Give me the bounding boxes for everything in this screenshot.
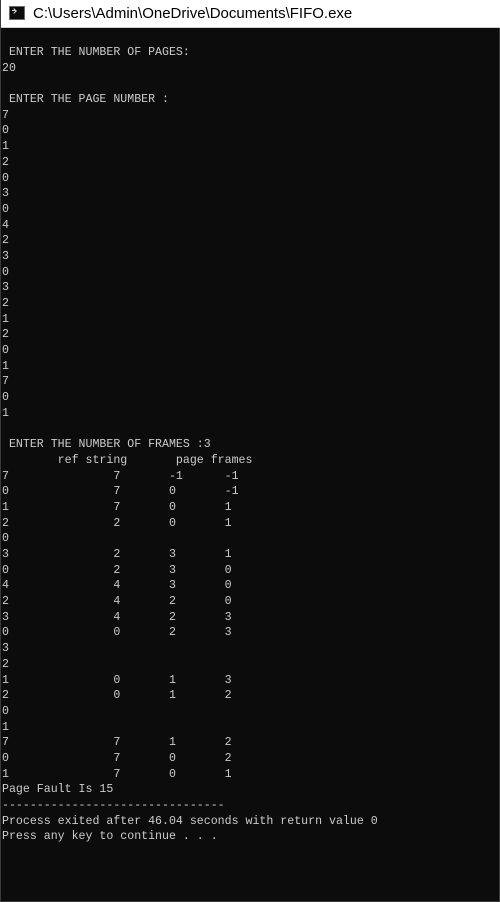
console-line: 1 0 1 3 bbox=[2, 673, 232, 687]
console-line: 1 bbox=[2, 720, 9, 734]
console-line: 1 bbox=[2, 140, 9, 154]
console-line: 0 2 3 0 bbox=[2, 563, 232, 577]
console-line: 2 bbox=[2, 297, 9, 310]
console-line: 2 bbox=[2, 155, 9, 169]
console-line: 3 2 3 1 bbox=[2, 548, 232, 561]
console-line: 2 4 2 0 bbox=[2, 595, 232, 609]
console-line: 0 bbox=[2, 202, 9, 216]
console-line: 1 bbox=[2, 312, 9, 326]
window-title: C:\Users\Admin\OneDrive\Documents\FIFO.e… bbox=[33, 5, 353, 22]
console-line: 0 bbox=[2, 391, 9, 405]
console-line: ENTER THE NUMBER OF FRAMES :3 bbox=[2, 438, 211, 452]
console-line: 0 bbox=[2, 344, 9, 358]
console-output[interactable]: ENTER THE NUMBER OF PAGES: 20 ENTER THE P… bbox=[2, 45, 499, 845]
console-line: 0 bbox=[2, 265, 9, 279]
console-line: 4 bbox=[2, 218, 9, 232]
console-line: Press any key to continue . . . bbox=[2, 830, 218, 844]
console-line: 0 bbox=[2, 124, 9, 138]
console-line: Process exited after 46.04 seconds with … bbox=[2, 814, 378, 828]
console-line: Page Fault Is 15 bbox=[2, 783, 114, 797]
console-line: 2 bbox=[2, 657, 9, 671]
console-line: 0 0 2 3 bbox=[2, 626, 232, 640]
console-line: 3 bbox=[2, 249, 9, 263]
console-line: ENTER THE NUMBER OF PAGES: bbox=[2, 46, 190, 59]
console-line: 20 bbox=[2, 61, 16, 75]
console-line: 1 bbox=[2, 406, 9, 420]
console-window: C:\Users\Admin\OneDrive\Documents\FIFO.e… bbox=[0, 0, 500, 902]
console-line: -------------------------------- bbox=[2, 799, 225, 812]
console-line: 2 bbox=[2, 328, 9, 342]
console-line: 7 7 1 2 bbox=[2, 736, 232, 750]
console-line: 3 bbox=[2, 642, 9, 656]
console-line: ENTER THE PAGE NUMBER : bbox=[2, 93, 169, 107]
console-line: 4 4 3 0 bbox=[2, 579, 232, 593]
console-line: 0 7 0 -1 bbox=[2, 485, 239, 499]
console-line: 0 bbox=[2, 532, 9, 546]
console-line: 3 4 2 3 bbox=[2, 610, 232, 624]
console-line: 2 2 0 1 bbox=[2, 516, 232, 530]
console-app-icon bbox=[9, 6, 25, 20]
console-line: 7 bbox=[2, 375, 9, 389]
console-line: ref string page frames bbox=[2, 453, 253, 467]
console-line: 1 bbox=[2, 359, 9, 373]
console-line: 3 bbox=[2, 281, 9, 295]
console-line: 0 bbox=[2, 171, 9, 185]
console-line: 2 bbox=[2, 234, 9, 248]
console-line: 3 bbox=[2, 187, 9, 201]
console-line: 7 7 -1 -1 bbox=[2, 469, 239, 483]
console-line: 1 7 0 1 bbox=[2, 500, 232, 514]
console-line: 0 7 0 2 bbox=[2, 751, 232, 765]
console-line: 7 bbox=[2, 108, 9, 122]
console-line: 0 bbox=[2, 704, 9, 718]
console-line: 2 0 1 2 bbox=[2, 689, 232, 703]
title-bar[interactable]: C:\Users\Admin\OneDrive\Documents\FIFO.e… bbox=[1, 0, 500, 28]
console-line: 1 7 0 1 bbox=[2, 767, 232, 781]
